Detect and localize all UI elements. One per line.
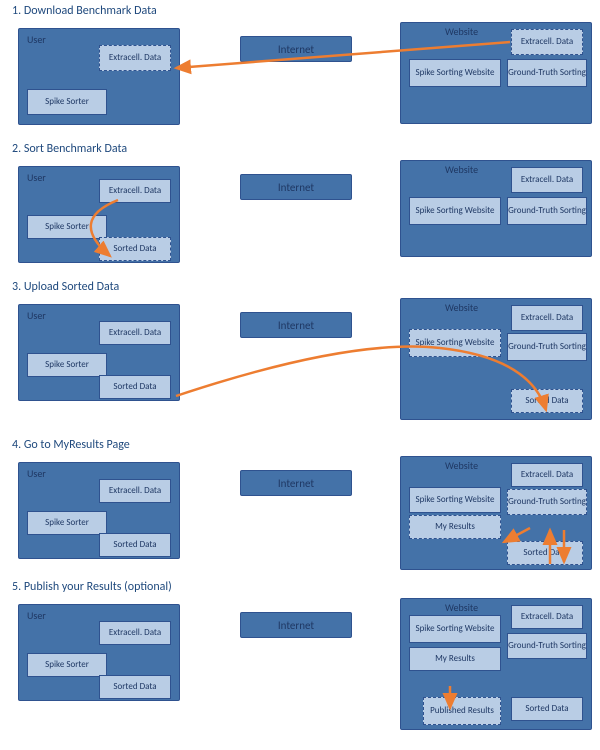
extracell-data: Extracell. Data xyxy=(99,479,171,503)
spike-sorter: Spike Sorter xyxy=(27,89,107,115)
extracell-data: Extracell. Data xyxy=(99,45,171,71)
internet-box: Internet xyxy=(240,470,352,496)
spike-sorter: Spike Sorter xyxy=(27,353,107,377)
step-title: 4. Go to MyResults Page xyxy=(12,438,590,452)
ground-truth-sorting: Ground-Truth Sorting xyxy=(507,489,587,515)
published-results: Published Results xyxy=(423,697,501,725)
step-5: 5. Publish your Results (optional) User Ex… xyxy=(10,580,590,730)
internet-label: Internet xyxy=(278,477,314,490)
step-title: 5. Publish your Results (optional) xyxy=(12,580,590,594)
my-results: My Results xyxy=(409,647,501,671)
internet-label: Internet xyxy=(278,43,314,56)
extracell-data: Extracell. Data xyxy=(511,605,583,629)
user-box: User Extracell. Data Spike SorterSorted Da… xyxy=(18,304,180,401)
step-title: 2. Sort Benchmark Data xyxy=(12,142,590,156)
website-label: Website xyxy=(445,601,478,614)
sorted-data: Sorted Data xyxy=(511,389,583,413)
user-label: User xyxy=(27,309,46,322)
website-box: Website Extracell. Data Spike Sorting Webs… xyxy=(400,598,592,730)
website-box: Website Extracell. Data Spike Sorting Webs… xyxy=(400,456,592,570)
internet-label: Internet xyxy=(278,319,314,332)
website-label: Website xyxy=(445,163,478,176)
extracell-data: Extracell. Data xyxy=(99,321,171,345)
spike-sorter: Spike Sorter xyxy=(27,215,107,239)
ground-truth-sorting: Ground-Truth Sorting xyxy=(507,59,587,87)
internet-label: Internet xyxy=(278,619,314,632)
website-box: Website Extracell. Data Spike Sorting Webs… xyxy=(400,22,592,124)
internet-box: Internet xyxy=(240,174,352,200)
internet-box: Internet xyxy=(240,36,352,62)
extracell-data: Extracell. Data xyxy=(511,167,583,193)
ground-truth-sorting: Ground-Truth Sorting xyxy=(507,633,587,659)
extracell-data: Extracell. Data xyxy=(511,463,583,487)
user-label: User xyxy=(27,609,46,622)
user-label: User xyxy=(27,171,46,184)
user-box: User Extracell. Data Spike SorterSorted Da… xyxy=(18,166,180,263)
spike-sorting-website: Spike Sorting Website xyxy=(409,487,501,513)
sorted-data: Sorted Data xyxy=(511,697,583,721)
internet-label: Internet xyxy=(278,181,314,194)
step-2: 2. Sort Benchmark Data User Extracell. Dat… xyxy=(10,142,590,262)
sorted-data: Sorted Data xyxy=(99,375,171,399)
spike-sorter: Spike Sorter xyxy=(27,511,107,535)
website-label: Website xyxy=(445,459,478,472)
extracell-data: Extracell. Data xyxy=(99,621,171,645)
ground-truth-sorting: Ground-Truth Sorting xyxy=(507,197,587,225)
step-1: 1. Download Benchmark Data User Extracell.… xyxy=(10,4,590,124)
website-label: Website xyxy=(445,301,478,314)
spike-sorting-website: Spike Sorting Website xyxy=(409,59,501,87)
step-title: 1. Download Benchmark Data xyxy=(12,4,590,18)
step-title: 3. Upload Sorted Data xyxy=(12,280,590,294)
internet-box: Internet xyxy=(240,612,352,638)
spike-sorting-website: Spike Sorting Website xyxy=(409,197,501,225)
user-label: User xyxy=(27,33,46,46)
ground-truth-sorting: Ground-Truth Sorting xyxy=(507,333,587,361)
user-box: User Extracell. Data Spike SorterSorted Da… xyxy=(18,604,180,701)
sorted-data: Sorted Data xyxy=(99,237,171,261)
sorted-data: Sorted Data xyxy=(99,675,171,699)
user-label: User xyxy=(27,467,46,480)
website-label: Website xyxy=(445,25,478,38)
user-box: User Extracell. Data Spike Sorter xyxy=(18,28,180,125)
user-box: User Extracell. Data Spike SorterSorted Da… xyxy=(18,462,180,559)
extracell-data: Extracell. Data xyxy=(511,305,583,331)
website-box: Website Extracell. Data Spike Sorting Webs… xyxy=(400,298,592,420)
step-3: 3. Upload Sorted Data User Extracell. Data… xyxy=(10,280,590,420)
website-box: Website Extracell. Data Spike Sorting Webs… xyxy=(400,160,592,257)
spike-sorting-website: Spike Sorting Website xyxy=(409,615,501,643)
step-4: 4. Go to MyResults Page User Extracell. Da… xyxy=(10,438,590,563)
spike-sorter: Spike Sorter xyxy=(27,653,107,677)
extracell-data: Extracell. Data xyxy=(511,29,583,55)
sorted-data: Sorted Data xyxy=(507,541,583,565)
sorted-data: Sorted Data xyxy=(99,533,171,557)
extracell-data: Extracell. Data xyxy=(99,179,171,203)
internet-box: Internet xyxy=(240,312,352,338)
my-results: My Results xyxy=(409,515,501,539)
spike-sorting-website: Spike Sorting Website xyxy=(409,329,501,357)
